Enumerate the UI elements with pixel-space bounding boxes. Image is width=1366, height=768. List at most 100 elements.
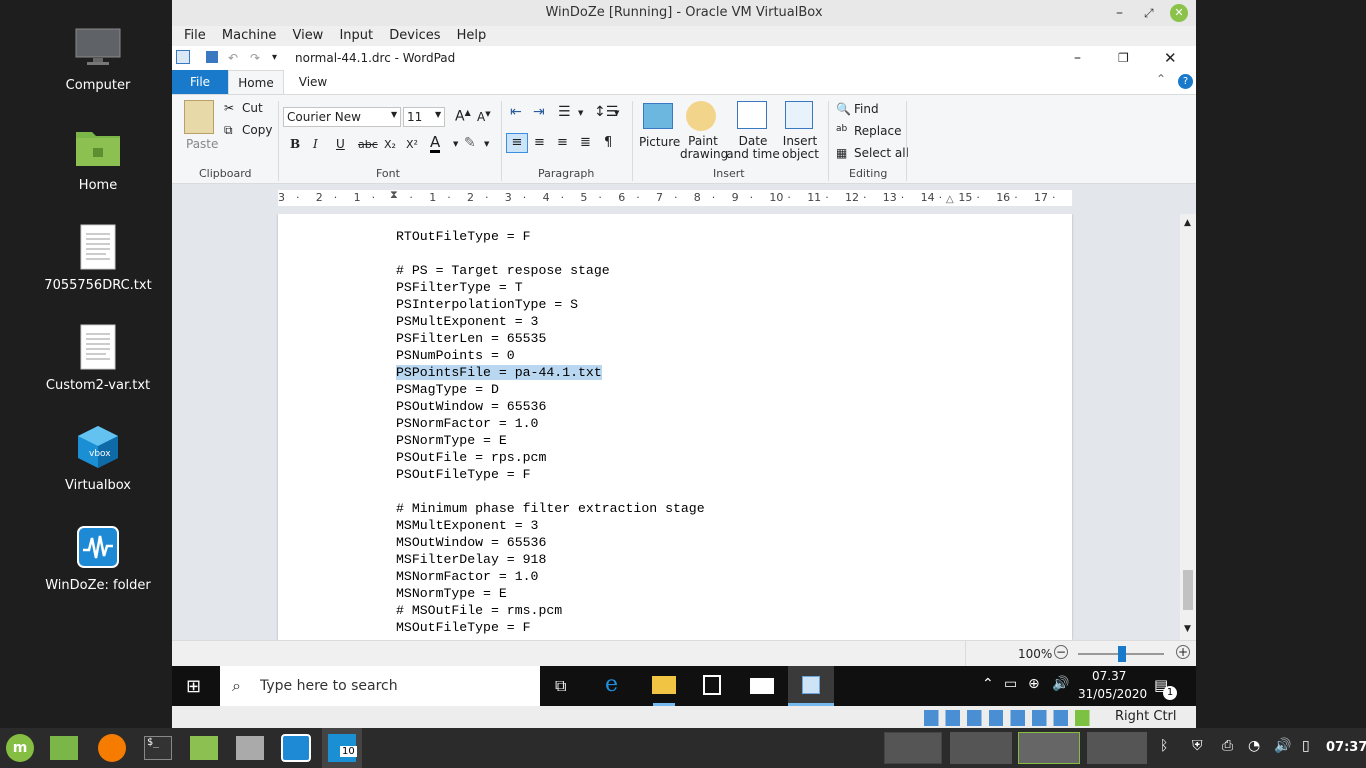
decrease-indent-icon[interactable]: ⇤	[510, 104, 522, 120]
document-line[interactable]: PSNumPoints = 0	[396, 347, 515, 364]
wordpad-title-bar[interactable]: ↶ ↷ ▾ normal-44.1.drc - WordPad – ❐ ✕	[172, 46, 1196, 70]
store-icon[interactable]	[703, 675, 721, 695]
underline-button[interactable]: U	[336, 137, 345, 151]
align-center-icon[interactable]: ≡	[534, 135, 545, 150]
desktop-icon-computer[interactable]: Computer	[28, 22, 168, 93]
document-line[interactable]: PSOutFileType = F	[396, 466, 531, 483]
document-page[interactable]: RTOutFileType = F # PS = Target respose s…	[278, 214, 1072, 640]
workspace-4[interactable]	[1087, 732, 1147, 764]
document-line[interactable]: PSNormType = E	[396, 432, 507, 449]
tab-file[interactable]: File	[172, 70, 228, 94]
wp-restore-icon[interactable]: ❐	[1118, 46, 1129, 70]
clock-time[interactable]: 07.37	[1092, 669, 1126, 683]
taskbar-search-box[interactable]: ⌕ Type here to search	[220, 666, 540, 706]
windows-start-icon[interactable]: ⊞	[186, 676, 201, 697]
save-icon[interactable]	[206, 51, 218, 63]
justify-icon[interactable]: ≣	[580, 135, 591, 150]
document-line[interactable]: # PS = Target respose stage	[396, 262, 610, 279]
document-line[interactable]: PSFilterLen = 65535	[396, 330, 546, 347]
document-line[interactable]: PSFilterType = T	[396, 279, 523, 296]
document-line[interactable]: RTOutFileType = F	[396, 228, 531, 245]
shrink-font-icon[interactable]: A▼	[477, 110, 491, 124]
menu-input[interactable]: Input	[339, 26, 373, 46]
subscript-button[interactable]: X₂	[384, 138, 396, 151]
shield-icon[interactable]: ⛨	[1192, 738, 1203, 754]
document-line[interactable]: # Minimum phase filter extraction stage	[396, 500, 705, 517]
zoom-slider-thumb[interactable]	[1118, 646, 1126, 662]
text-color-icon[interactable]: A	[430, 135, 441, 153]
show-desktop-icon[interactable]	[50, 736, 78, 760]
replace-button[interactable]: Replace	[854, 124, 901, 138]
vbox-title-bar[interactable]: WinDoZe [Running] - Oracle VM VirtualBox…	[172, 0, 1196, 26]
document-line[interactable]: # MSOutFile = rms.pcm	[396, 602, 562, 619]
desktop-icon-file-custom2[interactable]: Custom2-var.txt	[28, 322, 168, 393]
document-line[interactable]: MSOutFileType = F	[396, 619, 531, 636]
minimize-icon[interactable]: –	[1116, 0, 1123, 26]
chevron-down-icon[interactable]: ▼	[614, 109, 619, 117]
printer-icon[interactable]: ⎙	[1222, 738, 1233, 754]
file-explorer-icon[interactable]	[652, 676, 676, 694]
document-line[interactable]: PSOutFile = rps.pcm	[396, 449, 546, 466]
clipboard-icon[interactable]: ▯	[1302, 738, 1310, 754]
vertical-scrollbar[interactable]: ▲ ▼	[1180, 214, 1196, 640]
desktop-icon-virtualbox[interactable]: vbox Virtualbox	[28, 422, 168, 493]
zoom-in-icon[interactable]: +	[1176, 645, 1190, 659]
paste-button[interactable]: Paste	[186, 137, 218, 151]
highlight-icon[interactable]: ✎	[464, 135, 476, 151]
battery-icon[interactable]: ▭	[1004, 676, 1017, 692]
copy-icon[interactable]: ⧉	[224, 123, 233, 138]
bold-button[interactable]: B	[290, 137, 300, 151]
zoom-out-icon[interactable]: −	[1054, 645, 1068, 659]
grow-font-icon[interactable]: A▲	[455, 108, 471, 125]
tab-home[interactable]: Home	[228, 70, 284, 95]
files-icon[interactable]	[190, 736, 218, 760]
collapse-ribbon-icon[interactable]: ⌃	[1156, 72, 1166, 86]
chevron-down-icon[interactable]: ▼	[578, 109, 583, 117]
paint-palette-icon[interactable]	[686, 101, 716, 131]
selected-text[interactable]: PSPointsFile = pa-44.1.txt	[396, 365, 602, 380]
find-button[interactable]: Find	[854, 102, 879, 116]
wp-close-icon[interactable]: ✕	[1164, 46, 1177, 70]
mail-icon[interactable]	[750, 678, 774, 694]
sound-app-icon[interactable]	[236, 736, 264, 760]
document-line[interactable]: PSPointsFile = pa-44.1.txt	[396, 364, 602, 381]
document-line[interactable]: MSOutWindow = 65536	[396, 534, 546, 551]
document-line[interactable]: PSOutWindow = 65536	[396, 398, 546, 415]
paste-icon[interactable]	[184, 100, 214, 134]
chevron-down-icon[interactable]: ▼	[453, 140, 458, 148]
workspace-2[interactable]	[950, 732, 1012, 764]
scrollbar-thumb[interactable]	[1183, 570, 1193, 610]
copy-button[interactable]: Copy	[242, 123, 272, 137]
document-line[interactable]: MSMultExponent = 3	[396, 517, 538, 534]
workspace-3[interactable]	[1018, 732, 1080, 764]
scroll-up-icon[interactable]: ▲	[1184, 218, 1191, 228]
insert-object-icon[interactable]	[785, 101, 813, 129]
increase-indent-icon[interactable]: ⇥	[533, 104, 545, 120]
network-icon[interactable]: ⊕	[1028, 676, 1040, 692]
wp-minimize-icon[interactable]: –	[1074, 46, 1081, 70]
quick-access-dropdown-icon[interactable]: ▾	[272, 46, 277, 70]
scroll-down-icon[interactable]: ▼	[1184, 624, 1191, 634]
wordpad-taskbar-button[interactable]	[788, 666, 834, 706]
binoculars-icon[interactable]: 🔍	[836, 102, 851, 116]
picture-button[interactable]: Picture	[639, 135, 680, 149]
menu-machine[interactable]: Machine	[222, 26, 276, 46]
virtualbox-taskbar-button[interactable]: 10	[322, 728, 362, 768]
paint-drawing-button[interactable]: Paint drawing	[680, 135, 728, 161]
document-line[interactable]: MSFilterDelay = 918	[396, 551, 546, 568]
help-icon[interactable]: ?	[1178, 74, 1193, 89]
tab-view[interactable]: View	[288, 70, 338, 94]
menu-devices[interactable]: Devices	[389, 26, 440, 46]
cut-button[interactable]: Cut	[242, 101, 263, 115]
restore-icon[interactable]: ⤢	[1144, 0, 1154, 26]
indent-marker-icon[interactable]: ⧗	[390, 188, 398, 202]
replace-icon[interactable]: ab	[836, 124, 847, 134]
wordpad-app-icon[interactable]	[176, 50, 190, 64]
bullets-icon[interactable]: ☰	[558, 104, 571, 120]
terminal-icon[interactable]: $_	[144, 736, 172, 760]
menu-file[interactable]: File	[184, 26, 206, 46]
document-line[interactable]: PSMultExponent = 3	[396, 313, 538, 330]
workspace-1[interactable]	[884, 732, 942, 764]
bluetooth-icon[interactable]: ᛒ	[1160, 738, 1168, 754]
ruler[interactable]: 3 · 2 · 1 · · 1 · 2 · 3 · 4 · 5 · 6 · 7 · 8 · 9 · 10 · 11 · 12 · 13 · 14 ·…	[278, 188, 1072, 206]
